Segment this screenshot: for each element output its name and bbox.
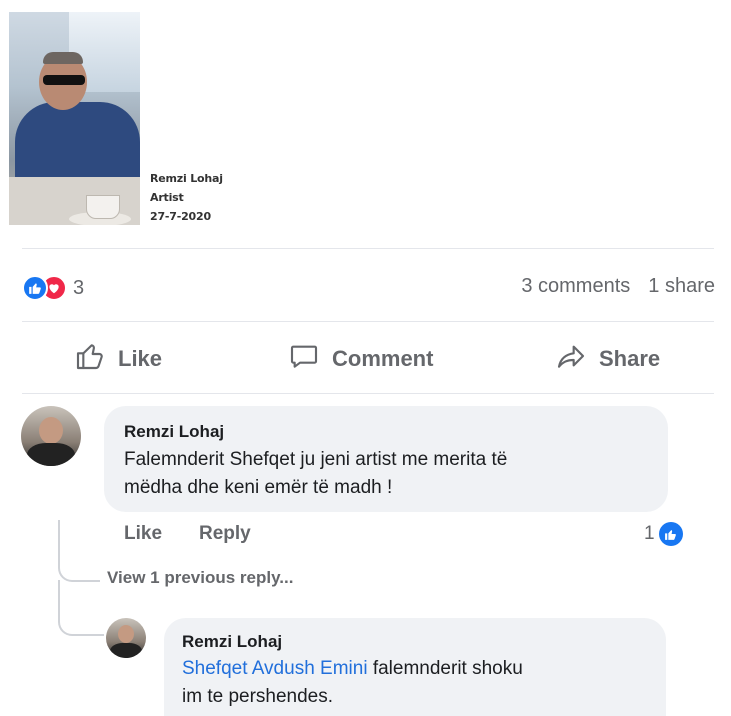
share-button-label: Share [599, 346, 661, 371]
divider [22, 393, 714, 394]
like-reaction-icon [658, 522, 683, 546]
reply-author[interactable]: Remzi Lohaj [182, 632, 282, 652]
comment-button-label: Comment [332, 346, 434, 371]
thread-connector [58, 580, 104, 636]
thread-connector [58, 520, 100, 582]
post-photo[interactable] [9, 12, 140, 225]
share-arrow-icon [555, 340, 587, 378]
like-reaction-icon [22, 275, 48, 301]
shares-count-link[interactable]: 1 share [648, 275, 715, 298]
photo-caption-role: Artist [150, 191, 184, 204]
share-button[interactable]: Share [555, 340, 660, 378]
photo-caption-name: Remzi Lohaj [150, 172, 223, 185]
reactions-summary[interactable]: 3 [22, 273, 84, 303]
comment-reaction-summary[interactable]: 1 [644, 522, 683, 546]
like-button[interactable]: Like [74, 340, 162, 378]
divider [22, 248, 714, 249]
comment-text-line-1: Falemnderit Shefqet ju jeni artist me me… [124, 449, 508, 470]
comments-count-link[interactable]: 3 comments [521, 275, 630, 298]
comment-author[interactable]: Remzi Lohaj [124, 422, 224, 442]
photo-caption-date: 27-7-2020 [150, 210, 211, 223]
view-previous-replies-link[interactable]: View 1 previous reply... [107, 568, 293, 588]
post-stats: 3 comments 1 share [521, 275, 715, 298]
comment-reaction-count: 1 [644, 523, 655, 544]
photo-coffee-cup [86, 195, 120, 219]
reaction-count: 3 [73, 276, 85, 299]
commenter-avatar[interactable] [21, 406, 81, 466]
comment-text-line-2: mëdha dhe keni emër të madh ! [124, 477, 393, 498]
comment-button[interactable]: Comment [288, 340, 433, 378]
thumbs-up-icon [74, 340, 106, 378]
photo-person-hair [43, 52, 83, 64]
reply-text-rest: falemnderit shoku [367, 658, 523, 679]
reply-text-line-1: Shefqet Avdush Emini falemnderit shoku [182, 655, 523, 683]
reply-author-avatar[interactable] [106, 618, 146, 658]
like-button-label: Like [118, 346, 163, 371]
comment-reply-link[interactable]: Reply [199, 523, 251, 545]
comment-bubble-icon [288, 340, 320, 378]
photo-sunglasses [43, 75, 85, 85]
divider [22, 321, 714, 322]
comment-like-link[interactable]: Like [124, 523, 162, 545]
mention-link[interactable]: Shefqet Avdush Emini [182, 658, 368, 679]
reply-text-line-2: im te pershendes. [182, 686, 334, 707]
